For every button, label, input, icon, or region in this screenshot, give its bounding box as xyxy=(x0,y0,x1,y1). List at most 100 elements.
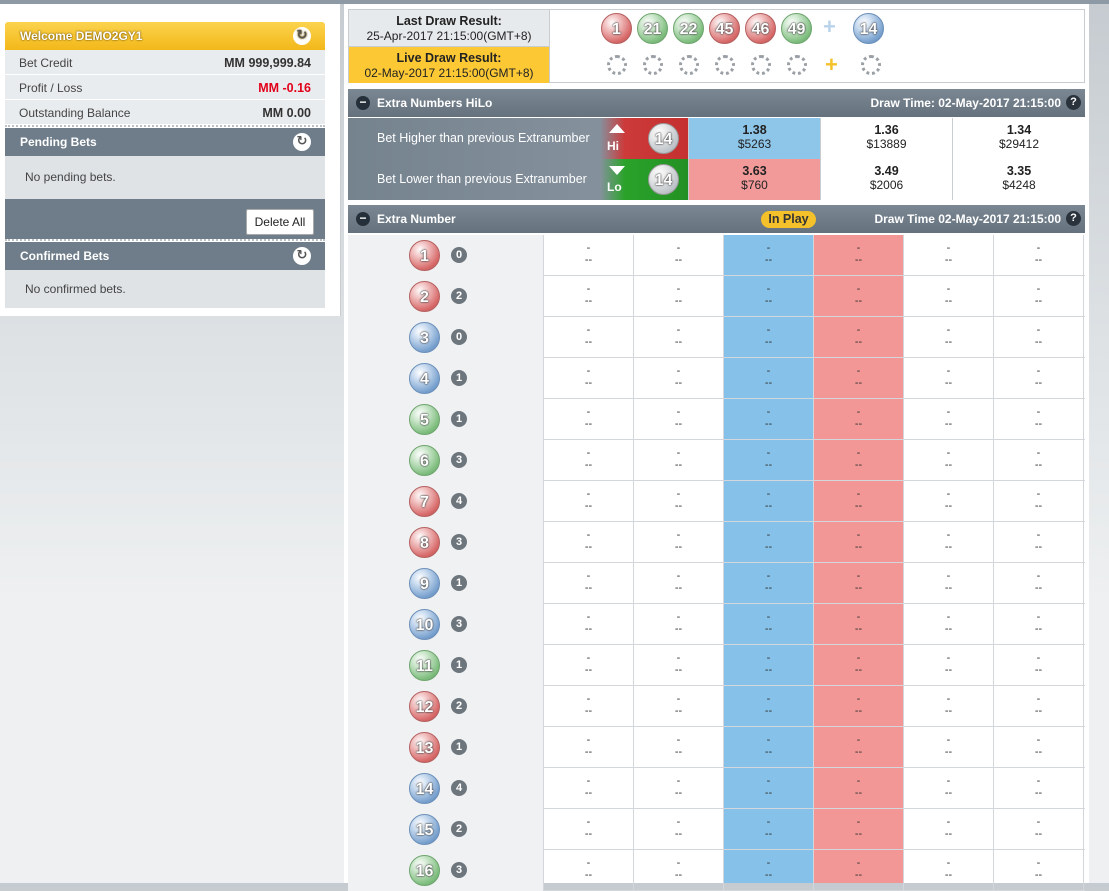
odds-cell[interactable]: - -- xyxy=(634,686,724,727)
odds-cell[interactable]: - -- xyxy=(544,686,634,727)
odds-cell[interactable]: - -- xyxy=(814,604,904,645)
odds-cell[interactable]: - -- xyxy=(634,481,724,522)
odds-cell[interactable]: - -- xyxy=(544,276,634,317)
odds-cell[interactable]: - -- xyxy=(544,768,634,809)
odds-cell[interactable]: - -- xyxy=(544,440,634,481)
odds-cell[interactable]: - -- xyxy=(634,317,724,358)
odds-cell[interactable]: - -- xyxy=(994,481,1084,522)
odds-cell[interactable]: - -- xyxy=(814,317,904,358)
odds-cell[interactable]: - -- xyxy=(994,768,1084,809)
odds-cell[interactable]: - -- xyxy=(724,399,814,440)
odds-cell[interactable]: - -- xyxy=(994,522,1084,563)
refresh-icon[interactable]: ↻ xyxy=(293,247,311,265)
odds-cell[interactable]: - -- xyxy=(904,317,994,358)
odds-cell[interactable]: - -- xyxy=(904,481,994,522)
odds-cell[interactable]: - -- xyxy=(724,809,814,850)
odds-cell[interactable]: - -- xyxy=(544,645,634,686)
odds-cell[interactable]: - -- xyxy=(994,850,1084,891)
odds-cell[interactable]: - -- xyxy=(724,235,814,276)
odds-cell[interactable]: - -- xyxy=(904,399,994,440)
odds-cell[interactable]: - -- xyxy=(724,604,814,645)
odds-cell[interactable]: - -- xyxy=(814,727,904,768)
odds-cell[interactable]: 1.38 $5263 xyxy=(688,118,820,159)
odds-cell[interactable]: 3.49 $2006 xyxy=(820,159,952,200)
odds-cell[interactable]: - -- xyxy=(814,522,904,563)
odds-cell[interactable]: - -- xyxy=(724,850,814,891)
odds-cell[interactable]: - -- xyxy=(634,850,724,891)
odds-cell[interactable]: - -- xyxy=(994,727,1084,768)
odds-cell[interactable]: - -- xyxy=(634,768,724,809)
odds-cell[interactable]: - -- xyxy=(544,399,634,440)
odds-cell[interactable]: - -- xyxy=(994,809,1084,850)
odds-cell[interactable]: - -- xyxy=(544,604,634,645)
odds-cell[interactable]: - -- xyxy=(904,727,994,768)
odds-cell[interactable]: - -- xyxy=(724,563,814,604)
odds-cell[interactable]: - -- xyxy=(814,399,904,440)
help-icon[interactable]: ? xyxy=(1066,211,1081,226)
odds-cell[interactable]: - -- xyxy=(634,440,724,481)
odds-cell[interactable]: - -- xyxy=(544,522,634,563)
odds-cell[interactable]: - -- xyxy=(724,481,814,522)
odds-cell[interactable]: - -- xyxy=(904,235,994,276)
odds-cell[interactable]: - -- xyxy=(814,481,904,522)
odds-cell[interactable]: - -- xyxy=(904,809,994,850)
collapse-icon[interactable]: − xyxy=(356,212,370,226)
odds-cell[interactable]: - -- xyxy=(544,358,634,399)
odds-cell[interactable]: - -- xyxy=(724,440,814,481)
odds-cell[interactable]: - -- xyxy=(994,440,1084,481)
odds-cell[interactable]: - -- xyxy=(724,645,814,686)
odds-cell[interactable]: 3.63 $760 xyxy=(688,159,820,200)
help-icon[interactable]: ? xyxy=(1066,95,1081,110)
odds-cell[interactable]: - -- xyxy=(814,235,904,276)
odds-cell[interactable]: - -- xyxy=(634,276,724,317)
odds-cell[interactable]: - -- xyxy=(634,522,724,563)
odds-cell[interactable]: - -- xyxy=(994,686,1084,727)
odds-cell[interactable]: - -- xyxy=(904,563,994,604)
odds-cell[interactable]: - -- xyxy=(904,768,994,809)
odds-cell[interactable]: - -- xyxy=(634,604,724,645)
odds-cell[interactable]: - -- xyxy=(724,686,814,727)
odds-cell[interactable]: - -- xyxy=(634,727,724,768)
odds-cell[interactable]: - -- xyxy=(814,440,904,481)
odds-cell[interactable]: - -- xyxy=(904,850,994,891)
odds-cell[interactable]: - -- xyxy=(724,358,814,399)
odds-cell[interactable]: - -- xyxy=(814,358,904,399)
odds-cell[interactable]: - -- xyxy=(994,399,1084,440)
odds-cell[interactable]: - -- xyxy=(724,522,814,563)
odds-cell[interactable]: - -- xyxy=(724,317,814,358)
odds-cell[interactable]: - -- xyxy=(814,686,904,727)
collapse-icon[interactable]: − xyxy=(356,96,370,110)
odds-cell[interactable]: - -- xyxy=(724,768,814,809)
odds-cell[interactable]: - -- xyxy=(814,563,904,604)
odds-cell[interactable]: - -- xyxy=(994,604,1084,645)
odds-cell[interactable]: - -- xyxy=(904,522,994,563)
odds-cell[interactable]: - -- xyxy=(634,563,724,604)
odds-cell[interactable]: - -- xyxy=(814,768,904,809)
odds-cell[interactable]: - -- xyxy=(994,276,1084,317)
odds-cell[interactable]: 1.34 $29412 xyxy=(952,118,1085,159)
odds-cell[interactable]: - -- xyxy=(724,276,814,317)
delete-all-button[interactable]: Delete All xyxy=(246,209,314,235)
odds-cell[interactable]: - -- xyxy=(814,850,904,891)
odds-cell[interactable]: - -- xyxy=(544,727,634,768)
odds-cell[interactable]: 1.36 $13889 xyxy=(820,118,952,159)
odds-cell[interactable]: - -- xyxy=(544,850,634,891)
odds-cell[interactable]: - -- xyxy=(904,440,994,481)
odds-cell[interactable]: - -- xyxy=(994,317,1084,358)
odds-cell[interactable]: - -- xyxy=(634,358,724,399)
odds-cell[interactable]: - -- xyxy=(904,276,994,317)
odds-cell[interactable]: - -- xyxy=(634,235,724,276)
odds-cell[interactable]: - -- xyxy=(994,358,1084,399)
odds-cell[interactable]: 3.35 $4248 xyxy=(952,159,1085,200)
odds-cell[interactable]: - -- xyxy=(634,809,724,850)
odds-cell[interactable]: - -- xyxy=(634,645,724,686)
odds-cell[interactable]: - -- xyxy=(904,645,994,686)
odds-cell[interactable]: - -- xyxy=(994,645,1084,686)
odds-cell[interactable]: - -- xyxy=(994,563,1084,604)
odds-cell[interactable]: - -- xyxy=(814,276,904,317)
odds-cell[interactable]: - -- xyxy=(814,645,904,686)
odds-cell[interactable]: - -- xyxy=(544,235,634,276)
odds-cell[interactable]: - -- xyxy=(814,809,904,850)
odds-cell[interactable]: - -- xyxy=(544,809,634,850)
odds-cell[interactable]: - -- xyxy=(544,317,634,358)
